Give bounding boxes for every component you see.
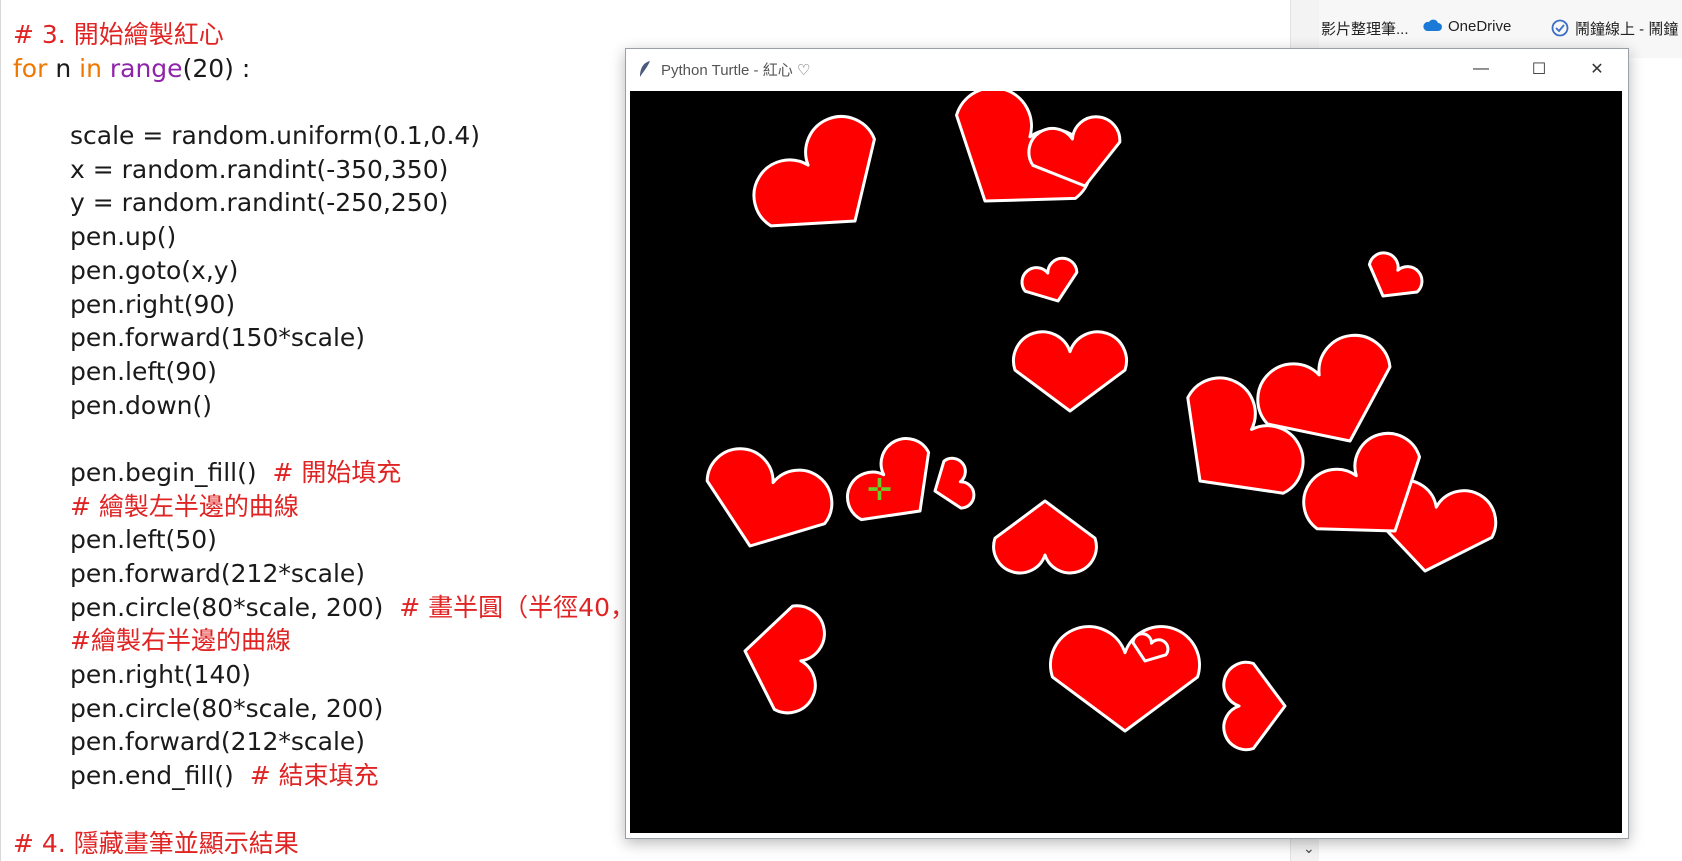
checkmark-clock-icon: [1551, 19, 1569, 41]
feather-icon: [638, 60, 652, 83]
turtle-titlebar[interactable]: Python Turtle - 紅心 ♡ — ☐ ✕: [626, 49, 1628, 89]
bookmark-onedrive[interactable]: OneDrive: [1422, 18, 1511, 36]
minimize-icon: —: [1473, 60, 1489, 77]
heart-shape: [1020, 256, 1079, 303]
code-token: pen.circle(80*scale, 200): [70, 693, 384, 723]
heart-shape: [1012, 330, 1128, 413]
code-line[interactable]: pen.right(90): [13, 288, 635, 322]
code-token: #繪製右半邊的曲線: [70, 626, 291, 656]
heart-shape: [743, 604, 826, 715]
code-line[interactable]: pen.goto(x,y): [13, 254, 635, 288]
code-token: pen.end_fill(): [70, 761, 234, 791]
code-text[interactable]: # 3. 開始繪製紅心 for n in range(20) : scale = r…: [13, 18, 635, 860]
bookmark-label: 鬧鐘線上 - 鬧鐘: [1575, 21, 1679, 38]
code-token: pen.begin_fill(): [70, 457, 257, 487]
turtle-window[interactable]: Python Turtle - 紅心 ♡ — ☐ ✕ ✛: [625, 48, 1629, 839]
code-line[interactable]: pen.forward(150*scale): [13, 321, 635, 355]
move-cursor-icon: ✛: [867, 474, 893, 507]
code-token: for: [13, 53, 48, 83]
code-line[interactable]: pen.circle(80*scale, 200) # 畫半圓（半徑40，: [13, 591, 635, 625]
code-token: # 開始填充: [256, 457, 402, 487]
code-line[interactable]: # 4. 隱藏畫筆並顯示結果: [13, 827, 635, 861]
code-line[interactable]: scale = random.uniform(0.1,0.4): [13, 119, 635, 153]
heart-shape: [992, 499, 1098, 575]
code-token: pen.right(140): [70, 660, 252, 690]
code-token: (20) :: [182, 53, 251, 83]
code-line[interactable]: y = random.randint(-250,250): [13, 186, 635, 220]
code-token: pen.left(90): [70, 356, 217, 386]
heart-shape: [933, 456, 976, 510]
code-line[interactable]: for n in range(20) :: [13, 52, 635, 86]
code-token: in: [79, 53, 102, 83]
code-token: pen.right(90): [70, 289, 236, 319]
scroll-down-icon[interactable]: ⌄: [1303, 840, 1315, 857]
code-token: pen.forward(212*scale): [70, 727, 366, 757]
code-token: n: [47, 53, 80, 83]
heart-shape: [752, 115, 876, 228]
close-icon: ✕: [1590, 61, 1604, 78]
code-line[interactable]: pen.left(50): [13, 523, 635, 557]
code-line[interactable]: [13, 422, 635, 456]
code-token: pen.up(): [70, 222, 177, 252]
code-token: range: [101, 53, 183, 83]
code-line[interactable]: [13, 793, 635, 827]
code-token: y = random.randint(-250,250): [70, 188, 449, 218]
code-token: pen.forward(212*scale): [70, 559, 366, 588]
code-line[interactable]: pen.left(90): [13, 355, 635, 389]
code-line[interactable]: [13, 85, 635, 119]
code-line[interactable]: pen.begin_fill() # 開始填充: [13, 456, 635, 490]
bookmark-label: OneDrive: [1448, 18, 1512, 35]
minimize-button[interactable]: —: [1452, 49, 1510, 89]
code-token: # 繪製左半邊的曲線: [70, 491, 299, 521]
code-line[interactable]: pen.up(): [13, 220, 635, 254]
code-line[interactable]: pen.circle(80*scale, 200): [13, 692, 635, 726]
code-line[interactable]: pen.down(): [13, 389, 635, 423]
code-token: pen.forward(150*scale): [70, 323, 366, 353]
code-token: pen.circle(80*scale, 200): [70, 592, 384, 622]
code-line[interactable]: x = random.randint(-350,350): [13, 153, 635, 187]
code-line[interactable]: pen.end_fill() # 結束填充: [13, 759, 635, 793]
code-token: pen.down(): [70, 390, 213, 420]
code-token: x = random.randint(-350,350): [70, 154, 449, 184]
heart-shape: [1049, 625, 1201, 733]
code-token: # 畫半圓（半徑40，: [383, 592, 635, 622]
maximize-icon: ☐: [1531, 61, 1547, 78]
window-title: Python Turtle - 紅心 ♡: [661, 62, 811, 79]
code-line[interactable]: #繪製右半邊的曲線: [13, 624, 635, 658]
bookmark-video-notes[interactable]: 影片整理筆...: [1321, 18, 1409, 39]
code-line[interactable]: pen.forward(212*scale): [13, 557, 635, 591]
code-line[interactable]: # 繪製左半邊的曲線: [13, 490, 635, 524]
turtle-canvas[interactable]: ✛: [630, 91, 1622, 833]
bookmark-label: 影片整理筆...: [1321, 21, 1409, 38]
code-token: # 結束填充: [233, 761, 379, 791]
hearts-drawing: [705, 91, 1498, 752]
heart-shape: [705, 447, 834, 548]
code-line[interactable]: pen.right(140): [13, 658, 635, 692]
heart-shape: [1367, 251, 1424, 298]
maximize-button[interactable]: ☐: [1510, 49, 1568, 89]
code-token: pen.left(50): [70, 525, 217, 555]
code-line[interactable]: # 3. 開始繪製紅心: [13, 18, 635, 52]
code-token: pen.goto(x,y): [70, 255, 239, 285]
code-token: scale = random.uniform(0.1,0.4): [70, 121, 481, 151]
close-button[interactable]: ✕: [1568, 49, 1626, 89]
code-token: # 4. 隱藏畫筆並顯示結果: [13, 828, 299, 858]
heart-shape: [1222, 660, 1287, 752]
code-line[interactable]: pen.forward(212*scale): [13, 725, 635, 759]
cloud-icon: [1422, 18, 1442, 36]
code-token: # 3. 開始繪製紅心: [13, 20, 224, 49]
bookmark-alarm[interactable]: 鬧鐘線上 - 鬧鐘: [1551, 18, 1678, 41]
